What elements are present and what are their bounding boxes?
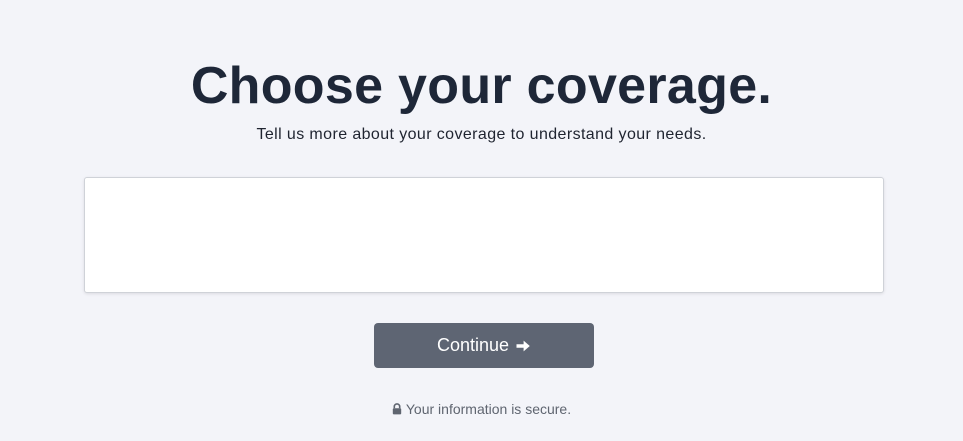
page-subtitle: Tell us more about your coverage to unde… [256,126,707,143]
coverage-options-panel [84,177,884,293]
lock-icon [392,403,402,415]
secure-note: Your information is secure. [0,401,963,417]
arrow-right-icon [515,338,531,354]
continue-button[interactable]: Continue [374,323,594,368]
page-title: Choose your coverage. [190,57,773,115]
coverage-page: Choose your coverage. Tell us more about… [0,0,963,441]
continue-button-label: Continue [436,335,510,355]
secure-note-text: Your information is secure. [405,401,572,417]
